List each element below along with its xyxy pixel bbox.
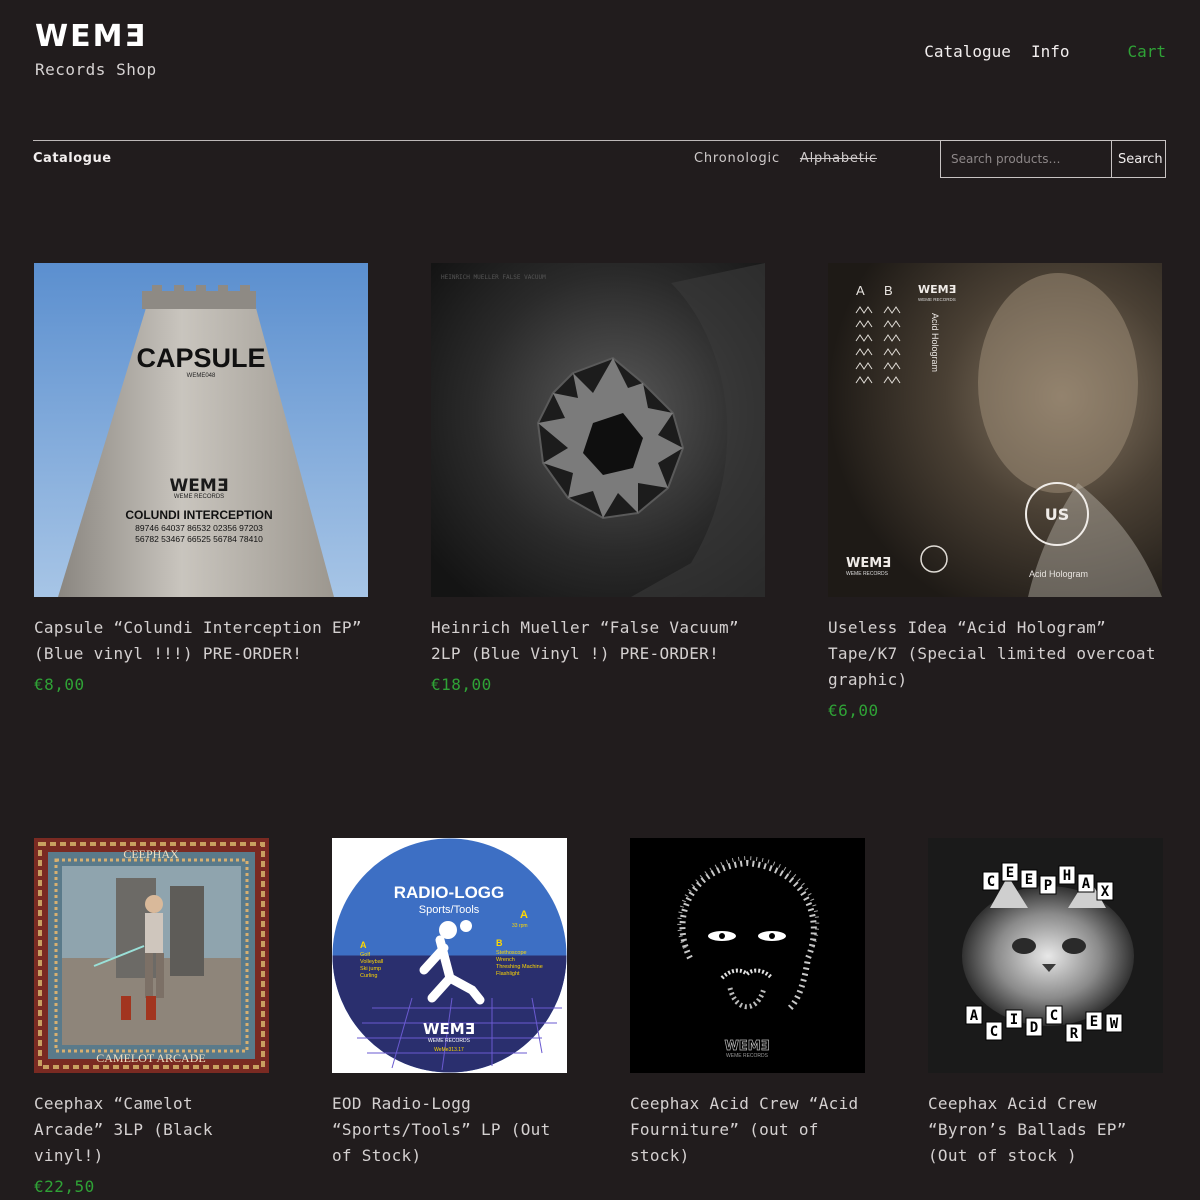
search-button[interactable]: Search	[1111, 141, 1169, 177]
cover-label-logo-bottom: WEMƎ	[846, 556, 891, 571]
product-price: €6,00	[828, 701, 879, 720]
product-card: CEEPHAX CAMELOT ARCADE Ceephax “Camelot …	[34, 838, 269, 1196]
cover-letter: R	[1070, 1026, 1079, 1042]
sort-options: Chronologic Alphabetic	[694, 151, 877, 166]
product-title[interactable]: Ceephax “Camelot Arcade” 3LP (Black viny…	[34, 1091, 269, 1169]
cover-vertical-title: Acid Hologram	[930, 313, 940, 372]
cover-heading: RADIO-LOGG	[394, 883, 505, 902]
cover-label-sub: WEME RECORDS	[428, 1038, 471, 1044]
cover-side-a: A	[856, 283, 865, 298]
brand-logo[interactable]: WEMƎ Records Shop	[35, 22, 157, 80]
cover-letter: E	[1006, 865, 1014, 881]
cover-letter: W	[1110, 1016, 1119, 1032]
cover-rpm: 33 rpm	[512, 923, 528, 929]
cover-subtitle: COLUNDI INTERCEPTION	[125, 508, 272, 522]
cover-numbers-2: 56782 53467 66525 56784 78410	[135, 534, 263, 544]
cover-a-track: Curling	[360, 973, 377, 979]
cover-b-track: Stethoscope	[496, 950, 527, 956]
cover-bottom-title: Acid Hologram	[1029, 569, 1088, 579]
cover-letter: C	[990, 1024, 998, 1040]
product-title[interactable]: Ceephax Acid Crew “Byron’s Ballads EP” (…	[928, 1091, 1163, 1169]
product-card: A B WEMƎ WEME RECORDS Acid Hologram US W…	[828, 263, 1162, 720]
search-form: Search	[940, 140, 1166, 178]
cover-letter: I	[1010, 1012, 1018, 1028]
cover-label-sub-bottom: WEME RECORDS	[846, 571, 889, 577]
cover-label-sub: WEME RECORDS	[726, 1053, 769, 1059]
cover-code: WEME048	[187, 373, 216, 379]
cover-sub: Sports/Tools	[419, 904, 480, 916]
cover-b-track: Wrench	[496, 957, 515, 963]
cover-letter: A	[970, 1008, 979, 1024]
cover-letter: P	[1044, 878, 1052, 894]
logo-subtitle: Records Shop	[35, 60, 157, 79]
product-price: €22,50	[34, 1177, 95, 1196]
cover-label-logo: WEMƎ	[170, 476, 229, 496]
cover-letter: C	[987, 874, 995, 890]
cover-numbers-1: 89746 64037 86532 02356 97203	[135, 523, 263, 533]
product-card: CAPSULE WEME048 WEMƎ WEME RECORDS COLUND…	[34, 263, 368, 694]
cover-a-track: Golf	[360, 952, 371, 958]
cover-a-track: Volleyball	[360, 959, 383, 965]
cover-letter: H	[1063, 868, 1071, 884]
product-image[interactable]: RADIO-LOGG Sports/Tools A 33 rpm A Golf …	[332, 838, 567, 1073]
logo-mark[interactable]: WEMƎ	[35, 22, 157, 52]
product-price: €8,00	[34, 675, 85, 694]
cover-badge: US	[1045, 505, 1070, 524]
cover-label-logo: WEMƎ	[918, 283, 956, 296]
product-title[interactable]: Useless Idea “Acid Hologram” Tape/K7 (Sp…	[828, 615, 1162, 693]
cover-caption: HEINRICH MUELLER FALSE VACUUM	[441, 274, 546, 281]
search-input[interactable]	[941, 141, 1111, 177]
nav-info-link[interactable]: Info	[1031, 42, 1070, 61]
main-nav: Catalogue Info Cart	[904, 42, 1166, 61]
cover-letter: E	[1090, 1014, 1098, 1030]
product-image[interactable]: A B WEMƎ WEME RECORDS Acid Hologram US W…	[828, 263, 1162, 597]
product-card: WEMƎ WEME RECORDS Ceephax Acid Crew “Aci…	[630, 838, 865, 1169]
cover-a-label: A	[360, 940, 367, 950]
nav-catalogue-link[interactable]: Catalogue	[924, 42, 1011, 61]
cover-letter: A	[1082, 876, 1091, 892]
product-title[interactable]: Ceephax Acid Crew “Acid Fourniture” (out…	[630, 1091, 865, 1169]
cover-letter: C	[1050, 1008, 1058, 1024]
product-image[interactable]: C E E P H A X A C I D C R E W	[928, 838, 1163, 1073]
cover-label-sub: WEME RECORDS	[174, 494, 224, 500]
cover-letter: E	[1025, 872, 1033, 888]
cover-letter: D	[1030, 1020, 1038, 1036]
cover-a-track: Ski jump	[360, 966, 381, 972]
cover-side-a: A	[520, 909, 528, 921]
product-image[interactable]: CEEPHAX CAMELOT ARCADE	[34, 838, 269, 1073]
cover-label-logo: WEMƎ	[724, 1039, 769, 1054]
cover-label-sub: WEME RECORDS	[918, 297, 956, 302]
cover-b-track: Threshing Machine	[496, 964, 543, 970]
product-title[interactable]: Heinrich Mueller “False Vacuum” 2LP (Blu…	[431, 615, 765, 667]
product-image[interactable]: CAPSULE WEME048 WEMƎ WEME RECORDS COLUND…	[34, 263, 368, 597]
product-title[interactable]: EOD Radio-Logg “Sports/Tools” LP (Out of…	[332, 1091, 567, 1169]
cover-cat: WeMe313.17	[434, 1047, 464, 1053]
catalogue-heading: Catalogue	[33, 151, 112, 166]
product-card: RADIO-LOGG Sports/Tools A 33 rpm A Golf …	[332, 838, 567, 1169]
cover-side-b: B	[884, 283, 893, 298]
product-card: HEINRICH MUELLER FALSE VACUUM Heinrich M…	[431, 263, 765, 694]
cover-b-label: B	[496, 938, 503, 948]
product-card: C E E P H A X A C I D C R E W Ceephax Ac…	[928, 838, 1163, 1169]
product-image[interactable]: HEINRICH MUELLER FALSE VACUUM	[431, 263, 765, 597]
nav-cart-link[interactable]: Cart	[1127, 42, 1166, 61]
sort-chronologic-link[interactable]: Chronologic	[694, 151, 780, 166]
sort-alphabetic-link[interactable]: Alphabetic	[800, 151, 877, 166]
product-title[interactable]: Capsule “Colundi Interception EP” (Blue …	[34, 615, 368, 667]
product-price: €18,00	[431, 675, 492, 694]
cover-bottom: CAMELOT ARCADE	[96, 1051, 205, 1065]
product-image[interactable]: WEMƎ WEME RECORDS	[630, 838, 865, 1073]
cover-label-logo: WEMƎ	[423, 1020, 475, 1038]
cover-top: CEEPHAX	[123, 847, 179, 861]
cover-letter: X	[1101, 884, 1110, 900]
cover-heading: CAPSULE	[136, 343, 265, 373]
cover-b-track: Flashlight	[496, 971, 520, 977]
